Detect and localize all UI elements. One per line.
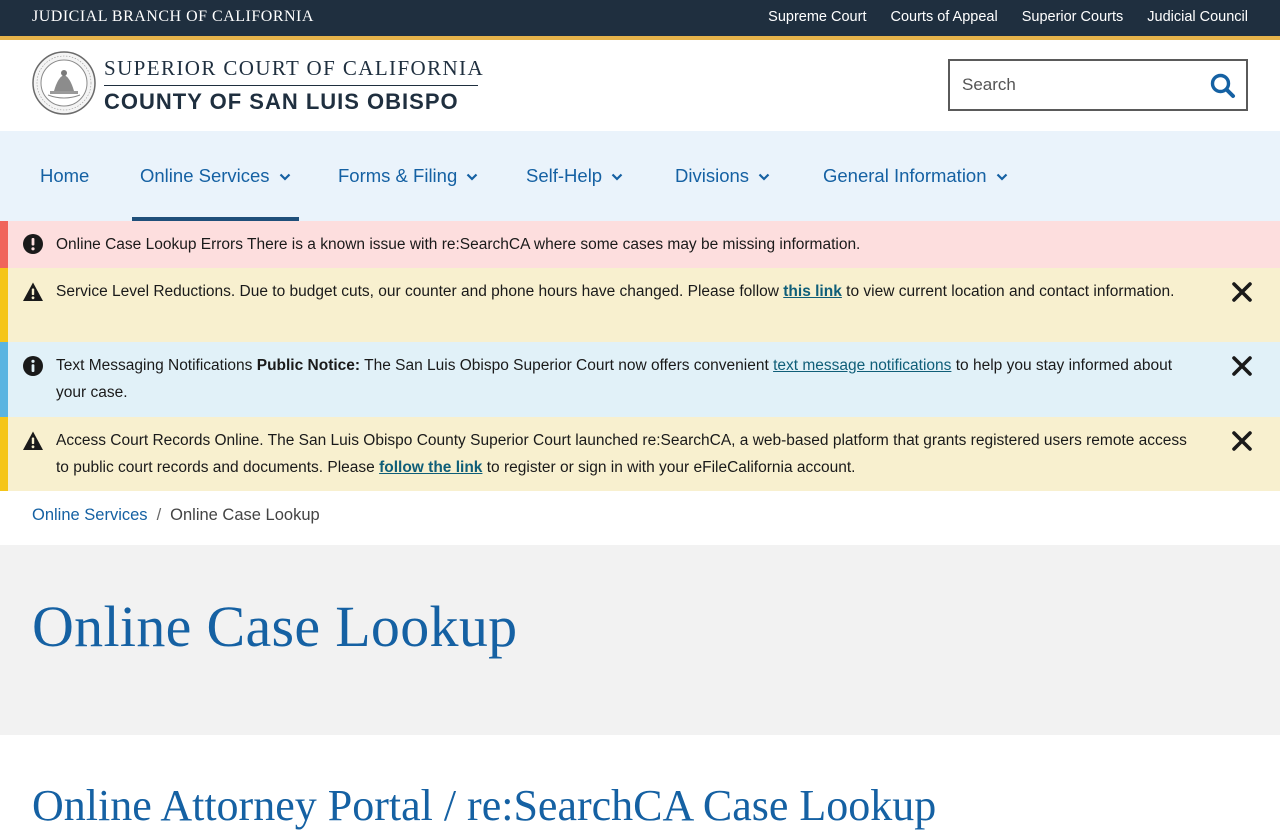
alert-body-end: to register or sign in with your eFileCa… xyxy=(482,459,856,476)
page-title: Online Case Lookup xyxy=(32,594,518,659)
text-message-notifications-link[interactable]: text message notifications xyxy=(773,357,951,374)
nav-label: General Information xyxy=(823,165,987,186)
nav-label: Self-Help xyxy=(526,165,603,186)
link-courts-of-appeal[interactable]: Courts of Appeal xyxy=(890,9,997,25)
link-judicial-council[interactable]: Judicial Council xyxy=(1147,9,1248,25)
alert-title: Online Case Lookup Errors xyxy=(56,236,243,253)
nav-label: Home xyxy=(40,165,90,186)
nav-label: Divisions xyxy=(675,165,750,186)
nav-label: Forms & Filing xyxy=(338,165,458,186)
search-form xyxy=(948,59,1248,111)
court-seal-icon[interactable] xyxy=(32,51,96,115)
alert-text: Online Case Lookup Errors There is a kno… xyxy=(56,231,1196,258)
chevron-down-icon xyxy=(758,173,770,181)
exclamation-circle-icon xyxy=(23,234,43,254)
section-heading: Online Attorney Portal / re:SearchCA Cas… xyxy=(32,781,937,830)
alert-title: Text Messaging Notifications xyxy=(56,357,253,374)
alert-stripe xyxy=(0,342,8,417)
search-icon xyxy=(1210,73,1235,98)
breadcrumb-online-services[interactable]: Online Services xyxy=(32,506,148,524)
nav-home[interactable]: Home xyxy=(40,131,89,221)
breadcrumb-separator: / xyxy=(156,506,162,524)
alert-case-lookup-errors: Online Case Lookup Errors There is a kno… xyxy=(0,221,1280,268)
alert-stripe xyxy=(0,417,8,491)
chevron-down-icon xyxy=(279,173,290,181)
alert-body: There is a known issue with re:SearchCA … xyxy=(242,236,861,253)
main-nav: Home Online Services Forms & Filing Self… xyxy=(0,131,1280,221)
breadcrumb: Online Services / Online Case Lookup xyxy=(32,506,320,525)
alert-body: The San Luis Obispo Superior Court now o… xyxy=(360,357,774,374)
close-icon[interactable] xyxy=(1231,281,1253,303)
alert-body: Due to budget cuts, our counter and phon… xyxy=(235,283,784,300)
site-header: SUPERIOR COURT OF CALIFORNIA COUNTY OF S… xyxy=(0,40,1280,131)
nav-label: Online Services xyxy=(140,165,270,186)
alert-stripe xyxy=(0,221,8,268)
this-link[interactable]: this link xyxy=(783,283,842,300)
alert-text-messaging: Text Messaging Notifications Public Noti… xyxy=(0,342,1280,417)
nav-online-services[interactable]: Online Services xyxy=(132,131,299,221)
brand-divider xyxy=(104,85,478,86)
chevron-down-icon xyxy=(996,173,1007,181)
link-superior-courts[interactable]: Superior Courts xyxy=(1022,9,1124,25)
info-circle-icon xyxy=(23,356,43,376)
search-button[interactable] xyxy=(1208,71,1238,101)
follow-the-link[interactable]: follow the link xyxy=(379,459,482,476)
judicial-branch-title[interactable]: JUDICIAL BRANCH OF CALIFORNIA xyxy=(32,8,314,26)
alert-body-end: to view current location and contact inf… xyxy=(841,283,1175,300)
alert-text: Text Messaging Notifications Public Noti… xyxy=(56,352,1196,406)
alert-access-court-records: Access Court Records Online. The San Lui… xyxy=(0,417,1280,491)
alert-service-level-reductions: Service Level Reductions. Due to budget … xyxy=(0,268,1280,342)
alert-public-notice: Public Notice: xyxy=(252,357,361,374)
alert-title: Access Court Records Online. xyxy=(56,432,264,449)
link-supreme-court[interactable]: Supreme Court xyxy=(768,9,866,25)
breadcrumb-current: Online Case Lookup xyxy=(170,506,320,524)
search-input[interactable] xyxy=(962,73,1202,97)
nav-forms-filing[interactable]: Forms & Filing xyxy=(338,131,478,221)
page-hero: Online Case Lookup xyxy=(0,545,1280,735)
chevron-down-icon xyxy=(611,173,623,181)
nav-general-information[interactable]: General Information xyxy=(823,131,1008,221)
alert-stripe xyxy=(0,268,8,342)
nav-self-help[interactable]: Self-Help xyxy=(526,131,623,221)
utility-bar: JUDICIAL BRANCH OF CALIFORNIA Supreme Co… xyxy=(0,0,1280,36)
alert-title: Service Level Reductions. xyxy=(56,283,236,300)
brand-line-county[interactable]: COUNTY OF SAN LUIS OBISPO xyxy=(104,89,459,115)
chevron-down-icon xyxy=(466,173,478,181)
utility-links: Supreme Court Courts of Appeal Superior … xyxy=(768,9,1248,25)
brand-line-superior-court[interactable]: SUPERIOR COURT OF CALIFORNIA xyxy=(104,56,484,81)
warning-triangle-icon xyxy=(23,282,43,301)
alert-text: Access Court Records Online. The San Lui… xyxy=(56,427,1196,481)
nav-divisions[interactable]: Divisions xyxy=(675,131,770,221)
warning-triangle-icon xyxy=(23,431,43,450)
close-icon[interactable] xyxy=(1231,430,1253,452)
close-icon[interactable] xyxy=(1231,355,1253,377)
alert-text: Service Level Reductions. Due to budget … xyxy=(56,278,1196,305)
